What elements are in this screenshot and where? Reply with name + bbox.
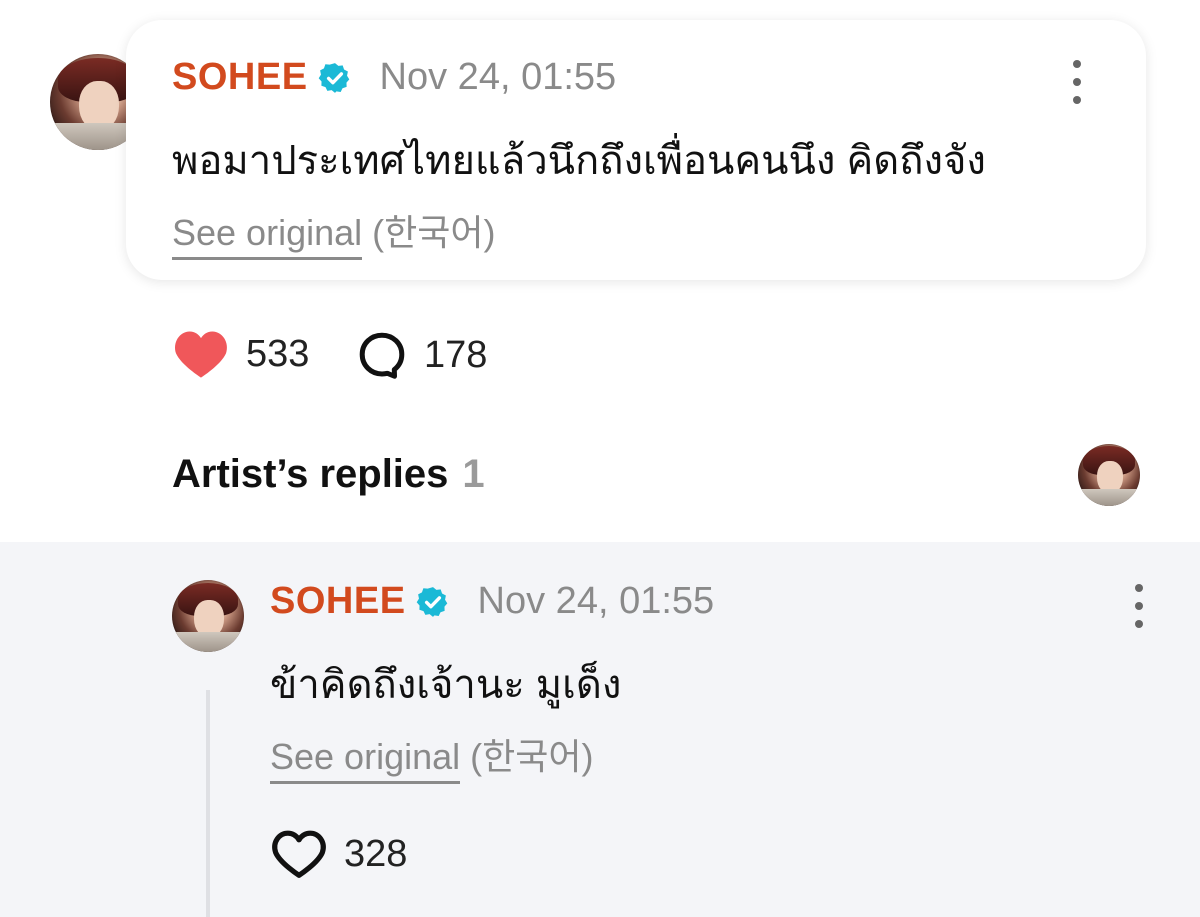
thread-line xyxy=(206,690,210,917)
reply-author-name[interactable]: SOHEE xyxy=(270,580,406,623)
reply-see-original-link[interactable]: See original xyxy=(270,736,461,784)
post-timestamp: Nov 24, 01:55 xyxy=(379,56,617,98)
post-see-original-link[interactable]: See original xyxy=(172,212,363,260)
artist-replies-count: 1 xyxy=(462,452,485,496)
reply-text: ข้าคิดถึงเจ้านะ มูเด็ง xyxy=(270,663,622,707)
reply-author-row: SOHEE Nov 24, 01:55 xyxy=(270,580,714,623)
post-like-count: 533 xyxy=(246,332,310,375)
artist-replies-title: Artist’s replies xyxy=(172,452,449,496)
post-like-button[interactable]: 533 xyxy=(172,328,309,380)
reply-like-button[interactable]: 328 xyxy=(270,828,407,880)
post-card: SOHEE Nov 24, 01:55 พอมาประเทศไทยแล้วนึก… xyxy=(126,20,1146,280)
post-text: พอมาประเทศไทยแล้วนึกถึงเพื่อนคนนึง คิดถึ… xyxy=(172,139,986,183)
artist-replies-header: Artist’s replies 1 xyxy=(172,452,485,497)
reply-original-language: (한국어) xyxy=(470,736,594,777)
post-author-name[interactable]: SOHEE xyxy=(172,56,308,99)
post-more-options-icon[interactable] xyxy=(1072,60,1082,104)
verified-badge-icon xyxy=(318,62,349,93)
heart-outline-icon xyxy=(272,830,326,878)
post-see-original: See original (한국어) xyxy=(172,204,496,260)
verified-badge-icon xyxy=(416,586,447,617)
post-original-language: (한국어) xyxy=(372,212,496,253)
heart-filled-icon xyxy=(175,331,227,378)
page: SOHEE Nov 24, 01:55 พอมาประเทศไทยแล้วนึก… xyxy=(0,0,1200,917)
comment-bubble-icon xyxy=(359,332,405,379)
reply-more-options-icon[interactable] xyxy=(1134,584,1144,628)
artist-replies-avatar[interactable] xyxy=(1078,444,1140,506)
post-comment-button[interactable]: 178 xyxy=(356,330,487,380)
reply-see-original: See original (한국어) xyxy=(270,728,594,784)
reply-like-count: 328 xyxy=(344,832,408,875)
reply-author-avatar[interactable] xyxy=(172,580,244,652)
post-author-row: SOHEE Nov 24, 01:55 xyxy=(172,56,616,99)
post-comment-count: 178 xyxy=(424,333,488,376)
reply-timestamp: Nov 24, 01:55 xyxy=(477,580,715,622)
